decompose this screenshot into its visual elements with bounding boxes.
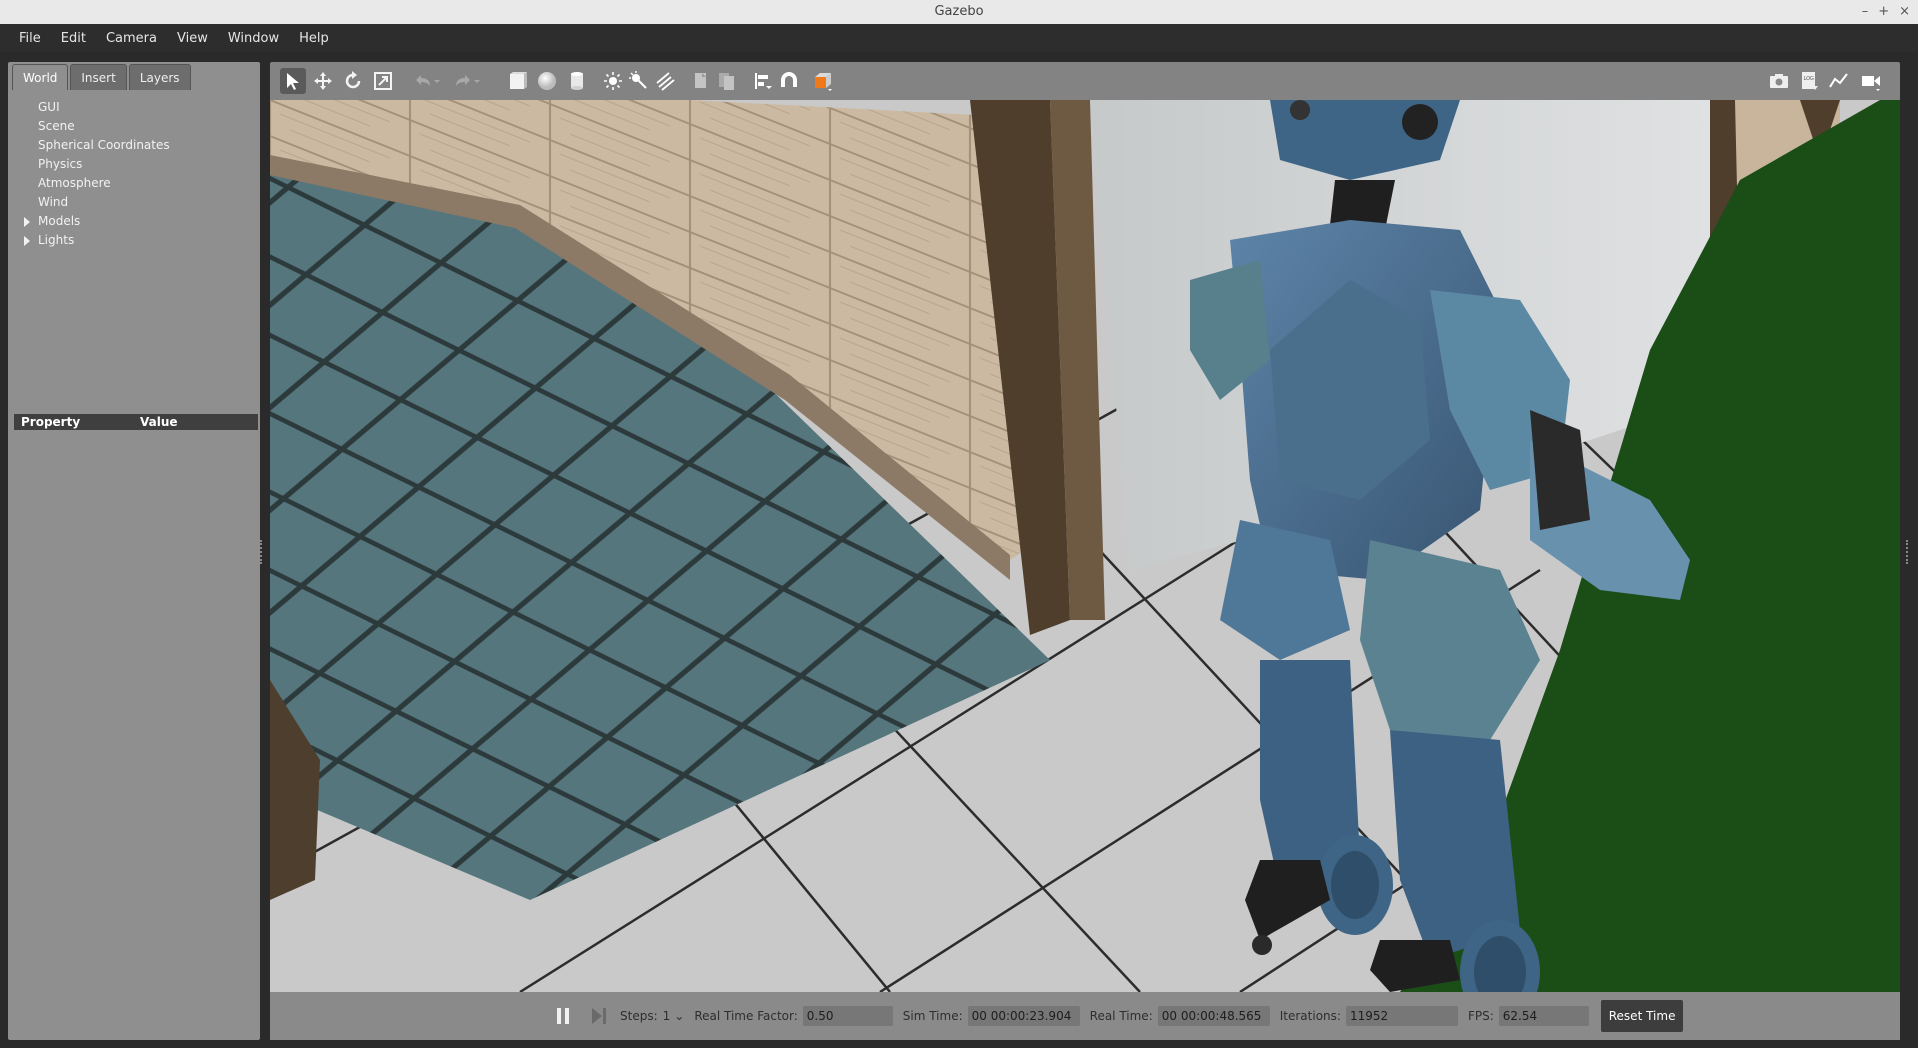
value-column-header: Value — [140, 415, 178, 429]
menu-edit[interactable]: Edit — [52, 31, 95, 46]
pause-icon[interactable] — [552, 1005, 574, 1027]
iterations-field: 11952 — [1345, 1006, 1458, 1026]
left-panel: World Insert Layers GUI Scene Spherical … — [8, 62, 260, 1040]
property-table-header: Property Value — [14, 414, 258, 430]
real-time-label: Real Time: — [1089, 1009, 1153, 1023]
chevron-down-icon[interactable]: ⌄ — [674, 1009, 684, 1023]
expand-arrow-icon[interactable] — [24, 236, 30, 246]
close-button[interactable]: × — [1899, 0, 1910, 24]
screenshot-icon[interactable] — [1766, 68, 1792, 94]
expand-arrow-icon[interactable] — [24, 217, 30, 227]
scene-render — [270, 100, 1900, 992]
iterations-label: Iterations: — [1279, 1009, 1341, 1023]
tree-item-scene[interactable]: Scene — [8, 117, 260, 136]
menu-file[interactable]: File — [10, 31, 50, 46]
sim-time-label: Sim Time: — [902, 1009, 963, 1023]
undo-history-chevron-icon[interactable] — [430, 68, 444, 94]
3d-viewport[interactable] — [270, 100, 1900, 992]
steps-value: 1 — [662, 1009, 671, 1023]
copy-icon[interactable] — [688, 68, 714, 94]
menu-bar: File Edit Camera View Window Help — [0, 24, 1918, 52]
tree-item-atmosphere[interactable]: Atmosphere — [8, 174, 260, 193]
cylinder-icon[interactable] — [564, 68, 590, 94]
tree-item-spherical-coordinates[interactable]: Spherical Coordinates — [8, 136, 260, 155]
steps-label: Steps: — [620, 1009, 658, 1023]
window-titlebar: Gazebo – + × — [0, 0, 1918, 24]
simulation-status-bar: Steps: 1 ⌄ Real Time Factor: 0.50 Sim Ti… — [270, 992, 1900, 1040]
right-splitter-handle[interactable] — [1906, 540, 1910, 564]
rotate-icon[interactable] — [340, 68, 366, 94]
scale-icon[interactable] — [370, 68, 396, 94]
window-title: Gazebo — [934, 4, 984, 19]
box-icon[interactable] — [504, 68, 530, 94]
menu-view[interactable]: View — [168, 31, 217, 46]
real-time-factor-field: 0.50 — [802, 1006, 893, 1026]
left-splitter-handle[interactable] — [260, 540, 264, 564]
tab-insert[interactable]: Insert — [70, 64, 127, 90]
select-arrow-icon[interactable] — [280, 68, 306, 94]
tree-item-lights[interactable]: Lights — [8, 231, 260, 250]
real-time-factor-label: Real Time Factor: — [694, 1009, 798, 1023]
redo-history-chevron-icon[interactable] — [470, 68, 484, 94]
tree-item-models[interactable]: Models — [8, 212, 260, 231]
reset-time-button[interactable]: Reset Time — [1600, 1000, 1684, 1032]
tab-layers[interactable]: Layers — [128, 64, 191, 90]
point-light-icon[interactable] — [600, 68, 626, 94]
view-angle-icon[interactable] — [810, 68, 836, 94]
menu-window[interactable]: Window — [219, 31, 288, 46]
real-time-field: 00 00:00:48.565 — [1157, 1006, 1270, 1026]
tree-item-gui[interactable]: GUI — [8, 98, 260, 117]
directional-light-icon[interactable] — [652, 68, 678, 94]
step-forward-icon[interactable] — [588, 1005, 610, 1027]
world-tree: GUI Scene Spherical Coordinates Physics … — [8, 98, 260, 250]
paste-icon[interactable] — [714, 68, 740, 94]
plot-icon[interactable] — [1826, 68, 1852, 94]
svg-text:LOG: LOG — [1804, 76, 1815, 82]
tree-item-wind[interactable]: Wind — [8, 193, 260, 212]
tree-item-physics[interactable]: Physics — [8, 155, 260, 174]
magnet-snap-icon[interactable] — [776, 68, 802, 94]
maximize-button[interactable]: + — [1878, 0, 1889, 24]
menu-help[interactable]: Help — [290, 31, 338, 46]
fps-field: 62.54 — [1498, 1006, 1589, 1026]
main-toolbar: LOG — [270, 62, 1900, 100]
playback-controls — [552, 1005, 610, 1027]
sim-time-field: 00 00:00:23.904 — [967, 1006, 1080, 1026]
video-record-icon[interactable] — [1858, 68, 1884, 94]
align-icon[interactable] — [750, 68, 776, 94]
translate-icon[interactable] — [310, 68, 336, 94]
fps-label: FPS: — [1467, 1009, 1494, 1023]
spot-light-icon[interactable] — [626, 68, 652, 94]
menu-camera[interactable]: Camera — [97, 31, 166, 46]
property-column-header: Property — [21, 415, 81, 429]
minimize-button[interactable]: – — [1862, 0, 1869, 24]
log-icon[interactable]: LOG — [1796, 68, 1822, 94]
tab-world[interactable]: World — [12, 64, 69, 90]
steps-spinbox[interactable]: 1 ⌄ — [663, 1009, 685, 1023]
sphere-icon[interactable] — [534, 68, 560, 94]
